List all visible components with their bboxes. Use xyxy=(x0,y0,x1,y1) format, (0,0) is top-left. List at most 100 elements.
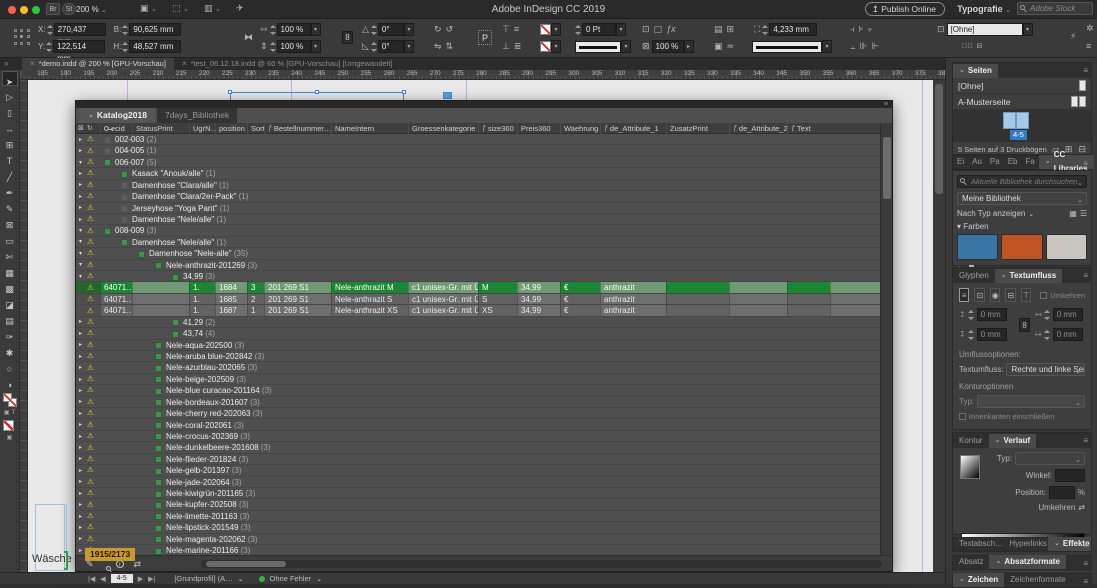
expander-icon[interactable]: ▸ xyxy=(76,170,85,177)
gradient-type-select[interactable]: ⌄ xyxy=(1015,452,1085,465)
wrap-to-select[interactable]: Rechte und linke Seite⌄ xyxy=(1006,363,1085,376)
panel-tab[interactable]: ⌄Katalog2018 xyxy=(80,108,155,123)
stroke-color-swatch[interactable] xyxy=(540,41,551,52)
select-all-icon[interactable]: ⊠ xyxy=(78,123,84,134)
gradient-preview-swatch[interactable] xyxy=(960,455,980,479)
first-page-icon[interactable]: |◀ xyxy=(88,575,95,583)
gear-icon[interactable]: ✲ xyxy=(1086,23,1094,34)
panel-tab[interactable]: Zeichenformate xyxy=(1004,573,1072,587)
scale-x-stepper[interactable] xyxy=(270,25,276,35)
text-wrap-bounding-icon[interactable]: ⊞ xyxy=(727,22,735,37)
table-cell[interactable]: 1 xyxy=(247,305,264,315)
type-tool[interactable]: T xyxy=(2,151,18,166)
table-row[interactable]: ▸⚠Nele-jade-202064 (3) xyxy=(76,477,882,488)
table-row[interactable]: ▸⚠002-003 (2) xyxy=(76,134,882,145)
color-swatch[interactable] xyxy=(1001,234,1042,260)
chevron-down-icon[interactable]: ▾ xyxy=(822,40,832,53)
panel-menu-icon[interactable]: ≡ xyxy=(1083,271,1088,280)
distribute-center-icon[interactable]: ⊪ xyxy=(859,39,867,54)
hand-tool[interactable]: ✱ xyxy=(2,343,18,358)
wrap-mode-1-button[interactable]: ⊡ xyxy=(974,288,984,302)
table-row[interactable]: ▸⚠Nele-aruba blue-202842 (3) xyxy=(76,351,882,362)
shear-stepper[interactable] xyxy=(371,42,377,52)
table-cell[interactable]: anthrazit xyxy=(600,294,666,304)
column-header[interactable]: Preis360 xyxy=(517,123,560,134)
expander-icon[interactable]: ▸ xyxy=(76,478,85,485)
table-cell[interactable]: 201 269 S1 xyxy=(264,305,331,315)
flip-vertical-icon[interactable]: ⇅ xyxy=(446,39,454,54)
distribute-right-icon[interactable]: ⊩ xyxy=(871,39,879,54)
table-row[interactable]: ▸⚠Kasack "Anouk/alle" (1) xyxy=(76,168,882,179)
table-row[interactable]: ▸⚠41,29 (2) xyxy=(76,317,882,328)
grid-view-icon[interactable]: ▦ xyxy=(1069,209,1077,218)
align-right-edges-icon[interactable]: ⫟ xyxy=(867,22,872,37)
table-row[interactable]: ⚠64071…1.16852201 269 S1Nele-anthrazit S… xyxy=(76,294,882,305)
chevron-down-icon[interactable]: ▾ xyxy=(404,40,414,53)
formatting-affects-toggle[interactable]: ▣T xyxy=(3,409,17,417)
eyedropper-tool[interactable]: ✑ xyxy=(2,327,18,342)
page-number-field[interactable]: 4-5 xyxy=(111,574,133,583)
table-row[interactable]: ▾⚠006-007 (5) xyxy=(76,157,882,168)
apply-color-button[interactable] xyxy=(3,420,17,432)
rotate-ccw-icon[interactable]: ↺ xyxy=(446,22,454,37)
tab-pages[interactable]: ⌄Seiten xyxy=(953,64,998,78)
table-cell[interactable]: c1 unisex-Gr. mit ÜZ xyxy=(408,282,478,292)
expander-icon[interactable]: ▾ xyxy=(76,273,85,280)
table-row[interactable]: ▸⚠Nele-cherry red-202063 (3) xyxy=(76,408,882,419)
master-page-row[interactable]: [Ohne] xyxy=(953,78,1091,94)
scale-y-field[interactable]: 100 % xyxy=(277,40,311,53)
table-row[interactable]: ▸⚠Nele-bordeaux-201607 (3) xyxy=(76,397,882,408)
effects-icon[interactable]: ƒx xyxy=(666,22,676,37)
column-header[interactable]: UgrN… xyxy=(189,123,215,134)
expander-icon[interactable]: ▸ xyxy=(76,204,85,211)
stroke-style-select[interactable] xyxy=(575,41,621,53)
expander-icon[interactable]: ▸ xyxy=(76,535,85,542)
color-swatch[interactable] xyxy=(1046,234,1087,260)
shear-field[interactable]: 0° xyxy=(378,40,404,53)
table-row[interactable]: ▸⚠Nele-aqua-202500 (3) xyxy=(76,340,882,351)
table-row[interactable]: ▸⚠Nele-magenta-202062 (3) xyxy=(76,534,882,545)
x-stepper[interactable] xyxy=(47,25,53,35)
contour-type-select[interactable]: ⌄ xyxy=(977,395,1085,408)
table-cell[interactable]: 1. xyxy=(189,282,215,292)
column-header[interactable]: position xyxy=(215,123,247,134)
table-row[interactable]: ▸⚠Nele-lipstick-201549 (3) xyxy=(76,522,882,533)
zoom-tool[interactable]: ○ xyxy=(2,359,18,374)
column-header[interactable]: StatusPrint xyxy=(132,123,189,134)
expander-icon[interactable]: ▸ xyxy=(76,547,85,554)
fill-color-swatch[interactable] xyxy=(540,24,551,35)
collapsed-panel-tab[interactable]: Au xyxy=(968,155,986,169)
rotate-cw-icon[interactable]: ↻ xyxy=(434,22,442,37)
expander-icon[interactable]: ▸ xyxy=(76,193,85,200)
table-row[interactable]: ▸⚠Nele-beige-202509 (3) xyxy=(76,374,882,385)
wrap-mode-0-button[interactable]: ≡ xyxy=(959,288,969,302)
panel-tab[interactable]: Textabsch… xyxy=(953,537,1003,551)
link-offsets-icon[interactable]: 8 xyxy=(1019,318,1030,332)
offset-left-field[interactable]: ↤0 mm xyxy=(1035,308,1091,321)
table-cell[interactable]: 1. xyxy=(189,305,215,315)
stroke-weight-stepper[interactable] xyxy=(575,25,581,35)
adobe-stock-search-input[interactable]: Adobe Stock xyxy=(1017,2,1093,15)
table-row[interactable]: ▾⚠008-009 (3) xyxy=(76,225,882,236)
vertical-ruler[interactable] xyxy=(20,80,28,584)
table-cell[interactable] xyxy=(666,305,729,315)
panel-menu-icon[interactable]: ≡ xyxy=(1083,436,1088,445)
table-cell[interactable]: Nele-anthrazit XS xyxy=(331,305,408,315)
table-cell[interactable]: 34,99 xyxy=(517,282,560,292)
panel-menu-icon[interactable]: ≡ xyxy=(1083,541,1088,550)
align-middle-icon[interactable]: ≡ xyxy=(514,22,519,37)
expander-icon[interactable]: ▾ xyxy=(76,250,85,257)
table-cell[interactable]: c1 unisex-Gr. mit ÜZ xyxy=(408,305,478,315)
guide-line[interactable] xyxy=(922,80,923,582)
height-stepper[interactable] xyxy=(122,42,128,52)
expander-icon[interactable]: ▸ xyxy=(76,524,85,531)
stroke-weight-field[interactable]: 0 Pt xyxy=(582,23,616,36)
column-header[interactable]: ƒsize360 xyxy=(478,123,517,134)
gradient-swatch-tool[interactable]: ▩ xyxy=(2,279,18,294)
table-cell[interactable] xyxy=(787,305,830,315)
wrap-offset-field[interactable]: 4,233 mm xyxy=(769,23,817,36)
table-cell[interactable]: 1684 xyxy=(215,282,247,292)
expander-icon[interactable]: ▸ xyxy=(76,216,85,223)
library-search-input[interactable]: Aktuelle Bibliothek durchsuchen⌄ xyxy=(957,175,1087,188)
align-bottom-icon[interactable]: ⊥ xyxy=(502,39,510,54)
